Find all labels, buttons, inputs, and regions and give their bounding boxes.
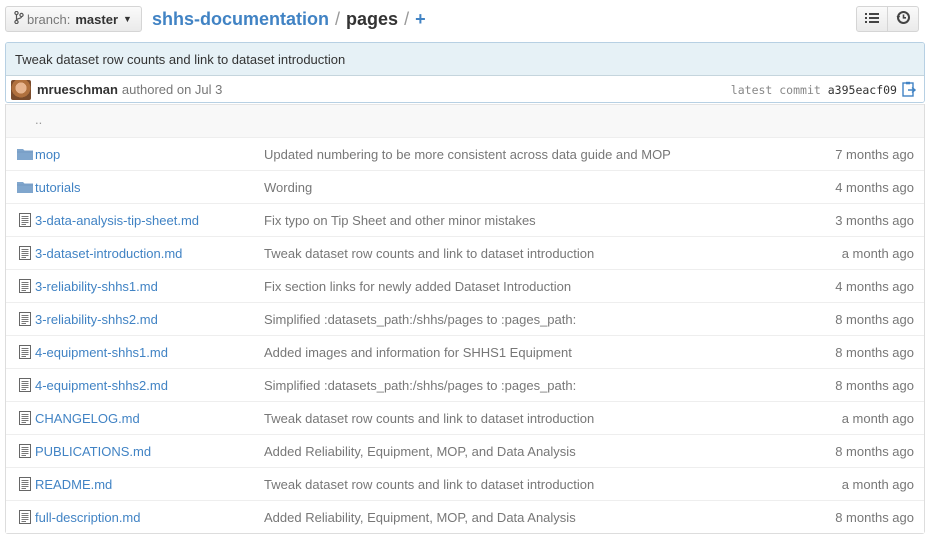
file-icon <box>17 345 33 359</box>
commit-age: 4 months ago <box>835 179 914 195</box>
latest-commit-label: latest commit <box>730 82 821 97</box>
commit-message-link[interactable]: Added Reliability, Equipment, MOP, and D… <box>264 444 576 459</box>
commit-age: 8 months ago <box>835 443 914 459</box>
file-icon <box>17 246 33 260</box>
commit-authored-date: authored on Jul 3 <box>121 82 223 97</box>
file-icon <box>17 477 33 491</box>
folder-icon <box>17 180 33 194</box>
commit-age: 8 months ago <box>835 344 914 360</box>
commit-age: 8 months ago <box>835 311 914 327</box>
file-name-link[interactable]: 3-data-analysis-tip-sheet.md <box>35 213 199 228</box>
table-row-10: README.md Tweak dataset row counts and l… <box>6 467 924 500</box>
table-row-3: 3-dataset-introduction.md Tweak dataset … <box>6 236 924 269</box>
file-icon <box>17 279 33 293</box>
commit-message-link[interactable]: Simplified :datasets_path:/shhs/pages to… <box>264 312 576 327</box>
commit-message-link[interactable]: Tweak dataset row counts and link to dat… <box>264 246 594 261</box>
table-row-11: full-description.md Added Reliability, E… <box>6 500 924 533</box>
commit-age: 8 months ago <box>835 509 914 525</box>
file-table: .. mop Updated numbering to be more cons… <box>5 104 925 534</box>
current-directory: pages <box>346 8 399 29</box>
file-name-link[interactable]: PUBLICATIONS.md <box>35 444 151 459</box>
folder-icon <box>17 147 33 161</box>
commit-message-link[interactable]: Added Reliability, Equipment, MOP, and D… <box>264 510 576 525</box>
commit-age: 7 months ago <box>835 146 914 162</box>
table-row-9: PUBLICATIONS.md Added Reliability, Equip… <box>6 434 924 467</box>
commit-title[interactable]: Tweak dataset row counts and link to dat… <box>6 43 924 76</box>
parent-directory-link[interactable]: .. <box>35 112 42 127</box>
file-icon <box>17 213 33 227</box>
commit-message-link[interactable]: Tweak dataset row counts and link to dat… <box>264 411 594 426</box>
commit-sha[interactable]: a395eacf09 <box>828 83 897 97</box>
repo-link[interactable]: shhs-documentation <box>152 9 329 30</box>
file-name-link[interactable]: 3-dataset-introduction.md <box>35 246 182 261</box>
branch-icon <box>14 10 24 27</box>
history-button[interactable] <box>887 6 919 32</box>
table-row-6: 4-equipment-shhs1.md Added images and in… <box>6 335 924 368</box>
file-icon <box>17 411 33 425</box>
file-name-link[interactable]: CHANGELOG.md <box>35 411 140 426</box>
branch-name: master <box>75 11 119 27</box>
table-row-7: 4-equipment-shhs2.md Simplified :dataset… <box>6 368 924 401</box>
history-icon <box>896 10 911 28</box>
file-list-button[interactable] <box>856 6 888 32</box>
new-file-button[interactable]: + <box>415 9 426 30</box>
commit-age: a month ago <box>841 245 914 261</box>
file-name-link[interactable]: 3-reliability-shhs1.md <box>35 279 158 294</box>
file-icon <box>17 312 33 326</box>
file-name-link[interactable]: tutorials <box>35 180 81 195</box>
avatar[interactable] <box>11 79 31 100</box>
latest-commit-box: Tweak dataset row counts and link to dat… <box>5 42 925 103</box>
commit-message-link[interactable]: Tweak dataset row counts and link to dat… <box>264 477 594 492</box>
commit-age: 4 months ago <box>835 278 914 294</box>
toolbar: branch: master ▼ shhs-documentation / pa… <box>5 6 925 34</box>
clipboard-icon[interactable] <box>902 81 917 97</box>
commit-message-link[interactable]: Fix typo on Tip Sheet and other minor mi… <box>264 213 536 228</box>
file-name-link[interactable]: 4-equipment-shhs2.md <box>35 378 168 393</box>
commit-message-link[interactable]: Wording <box>264 180 312 195</box>
list-icon <box>865 12 879 27</box>
commit-meta: mrueschman authored on Jul 3 latest comm… <box>6 76 924 102</box>
breadcrumb-separator: / <box>335 8 341 29</box>
commit-message-link[interactable]: Added images and information for SHHS1 E… <box>264 345 572 360</box>
commit-age: 8 months ago <box>835 377 914 393</box>
commit-age: a month ago <box>841 410 914 426</box>
branch-label: branch: <box>27 11 71 27</box>
table-row-4: 3-reliability-shhs1.md Fix section links… <box>6 269 924 302</box>
commit-author[interactable]: mrueschman <box>37 82 118 97</box>
file-name-link[interactable]: mop <box>35 147 60 162</box>
latest-commit: latest commit a395eacf09 <box>731 83 897 97</box>
commit-message-link[interactable]: Fix section links for newly added Datase… <box>264 279 571 294</box>
breadcrumb: shhs-documentation / pages / + <box>152 7 426 31</box>
table-row-2: 3-data-analysis-tip-sheet.md Fix typo on… <box>6 203 924 236</box>
file-icon <box>17 378 33 392</box>
file-icon <box>17 510 33 524</box>
file-icon <box>17 444 33 458</box>
file-name-link[interactable]: full-description.md <box>35 510 141 525</box>
file-name-link[interactable]: 3-reliability-shhs2.md <box>35 312 158 327</box>
file-name-link[interactable]: 4-equipment-shhs1.md <box>35 345 168 360</box>
parent-directory-row[interactable]: .. <box>6 104 924 137</box>
branch-selector-button[interactable]: branch: master ▼ <box>5 6 142 32</box>
breadcrumb-separator: / <box>404 8 410 29</box>
table-row-8: CHANGELOG.md Tweak dataset row counts an… <box>6 401 924 434</box>
file-name-link[interactable]: README.md <box>35 477 112 492</box>
chevron-down-icon: ▼ <box>123 14 132 24</box>
commit-message-link[interactable]: Simplified :datasets_path:/shhs/pages to… <box>264 378 576 393</box>
commit-age: 3 months ago <box>835 212 914 228</box>
table-row-0: mop Updated numbering to be more consist… <box>6 137 924 170</box>
commit-message-link[interactable]: Updated numbering to be more consistent … <box>264 147 671 162</box>
table-row-5: 3-reliability-shhs2.md Simplified :datas… <box>6 302 924 335</box>
table-row-1: tutorials Wording 4 months ago <box>6 170 924 203</box>
commit-age: a month ago <box>841 476 914 492</box>
